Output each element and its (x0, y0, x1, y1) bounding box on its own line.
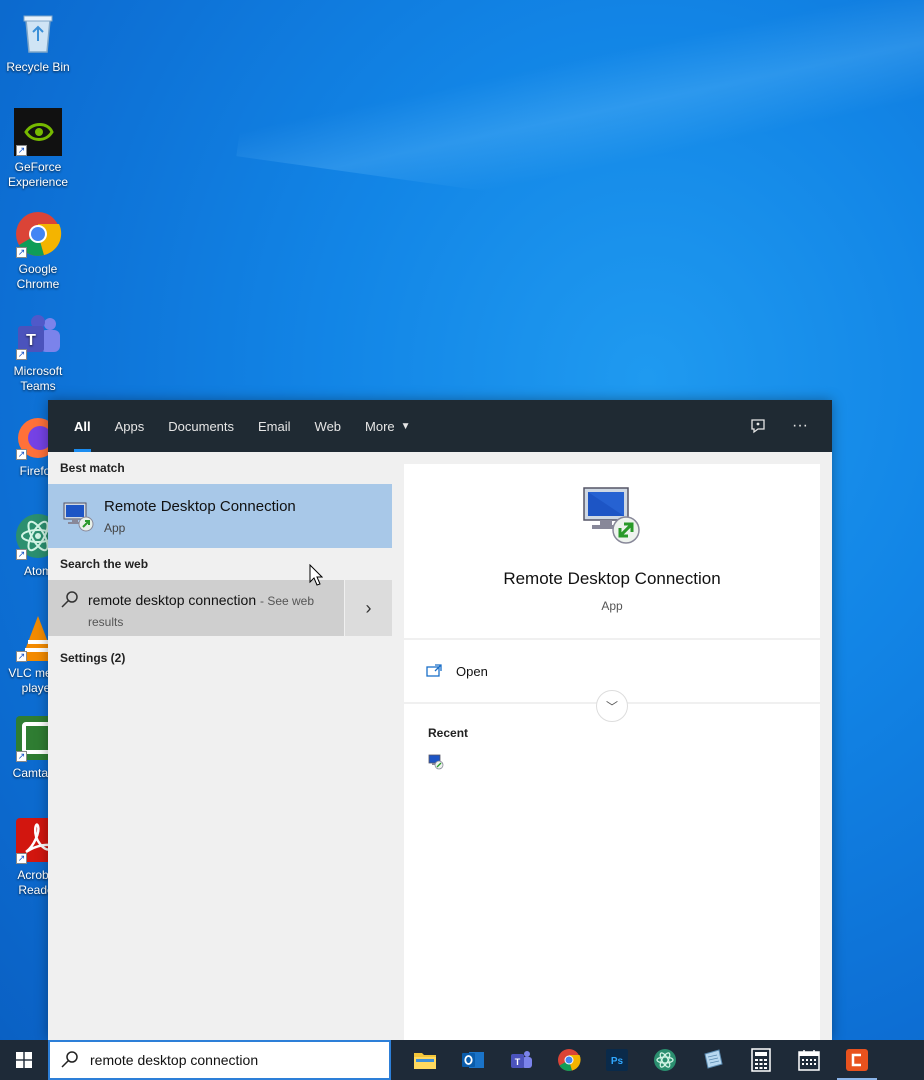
atom-icon (654, 1049, 676, 1071)
shortcut-arrow-icon: ↗ (16, 651, 27, 662)
desktop-icon-geforce[interactable]: ↗ GeForce Experience (0, 108, 76, 190)
file-explorer-icon (414, 1053, 436, 1069)
taskbar-camtasia[interactable] (833, 1040, 881, 1080)
taskbar-calendar[interactable] (785, 1040, 833, 1080)
caret-down-icon: ▼ (400, 420, 411, 432)
desktop-icon-label: GeForce Experience (7, 160, 69, 189)
shortcut-arrow-icon: ↗ (16, 145, 27, 156)
taskbar-file-explorer[interactable] (401, 1040, 449, 1080)
search-icon (61, 591, 78, 608)
rdp-file-icon (428, 754, 444, 770)
open-label: Open (456, 663, 488, 679)
search-scope-tabs: All Apps Documents Email Web More ▼ ··· (48, 400, 832, 452)
more-options-button[interactable]: ··· (788, 414, 812, 438)
expand-actions-button[interactable]: ﹀ (596, 690, 628, 722)
search-web-heading: Search the web (60, 557, 149, 571)
tab-label: More (365, 418, 395, 434)
open-icon (426, 664, 442, 677)
web-search-result[interactable]: remote desktop connection - See web resu… (48, 580, 392, 636)
taskbar-notepad[interactable] (689, 1040, 737, 1080)
chrome-icon: ↗ (14, 210, 62, 258)
tab-apps[interactable]: Apps (103, 400, 157, 452)
tab-all[interactable]: All (62, 400, 103, 452)
taskbar-search-box[interactable] (48, 1040, 391, 1080)
result-detail-pane: Remote Desktop Connection App Open ﹀ Rec… (404, 464, 820, 1040)
recycle-bin-icon (14, 8, 62, 56)
chrome-icon (558, 1049, 581, 1071)
best-match-name: Remote Desktop Connection (104, 497, 296, 515)
tab-label: Apps (114, 418, 145, 434)
tab-label: Documents (168, 418, 235, 434)
results-list: Best match Remote Desktop Connection App… (48, 452, 392, 1040)
shortcut-arrow-icon: ↗ (16, 247, 27, 258)
feedback-icon (751, 419, 765, 434)
tab-label: Email (258, 418, 291, 434)
tab-label: Web (314, 418, 342, 434)
recent-item[interactable] (404, 740, 820, 775)
taskbar-atom[interactable] (641, 1040, 689, 1080)
notepad-icon (704, 1049, 723, 1069)
search-input[interactable] (90, 1052, 370, 1068)
outlook-icon (462, 1052, 484, 1068)
remote-desktop-large-icon (583, 487, 640, 544)
shortcut-arrow-icon: ↗ (16, 349, 27, 360)
web-query-text: remote desktop connection (88, 592, 257, 608)
detail-app-type: App (601, 599, 623, 613)
remote-desktop-icon (63, 502, 94, 532)
desktop-icon-label: Google Chrome (16, 262, 60, 291)
geforce-icon: ↗ (14, 108, 62, 156)
taskbar: T Ps (0, 1040, 924, 1080)
windows-logo-icon (16, 1052, 32, 1068)
search-icon (61, 1051, 78, 1068)
shortcut-arrow-icon: ↗ (16, 751, 27, 762)
svg-text:T: T (515, 1057, 521, 1067)
web-result-expand-button[interactable]: › (344, 580, 392, 636)
mouse-cursor-icon (309, 564, 323, 586)
shortcut-arrow-icon: ↗ (16, 853, 27, 864)
teams-icon: T (511, 1051, 532, 1068)
taskbar-chrome[interactable] (545, 1040, 593, 1080)
search-flyout: All Apps Documents Email Web More ▼ ··· B… (48, 400, 832, 1040)
settings-heading[interactable]: Settings (2) (48, 642, 392, 674)
best-match-result[interactable]: Remote Desktop Connection App (48, 484, 392, 548)
taskbar-outlook[interactable] (449, 1040, 497, 1080)
svg-text:T: T (26, 332, 36, 349)
tab-web[interactable]: Web (303, 400, 354, 452)
shortcut-arrow-icon: ↗ (16, 449, 27, 460)
desktop-icon-label: Recycle Bin (6, 60, 70, 74)
chevron-right-icon: › (365, 597, 372, 618)
calculator-icon (751, 1048, 771, 1072)
ellipsis-icon: ··· (792, 417, 808, 434)
photoshop-icon: Ps (606, 1049, 628, 1071)
best-match-heading: Best match (60, 461, 125, 475)
detail-app-name: Remote Desktop Connection (503, 569, 721, 588)
tab-more[interactable]: More ▼ (353, 400, 423, 452)
start-button[interactable] (0, 1040, 48, 1080)
best-match-type: App (104, 520, 126, 535)
feedback-button[interactable] (746, 414, 770, 438)
taskbar-photoshop[interactable]: Ps (593, 1040, 641, 1080)
svg-text:Ps: Ps (611, 1056, 624, 1067)
chevron-down-icon: ﹀ (605, 699, 618, 714)
tab-label: All (74, 418, 91, 434)
wallpaper-streak (236, 0, 924, 282)
desktop-icon-label: Microsoft Teams (13, 364, 63, 393)
taskbar-teams[interactable]: T (497, 1040, 545, 1080)
desktop-icon-teams[interactable]: T ↗ Microsoft Teams (0, 312, 76, 394)
taskbar-calculator[interactable] (737, 1040, 785, 1080)
desktop-icon-recycle-bin[interactable]: Recycle Bin (0, 8, 76, 75)
teams-icon: T ↗ (14, 312, 62, 360)
desktop-icon-chrome[interactable]: ↗ Google Chrome (0, 210, 76, 292)
shortcut-arrow-icon: ↗ (16, 549, 27, 560)
tab-documents[interactable]: Documents (156, 400, 246, 452)
camtasia-icon (846, 1049, 868, 1071)
calendar-icon (798, 1050, 820, 1071)
tab-email[interactable]: Email (246, 400, 303, 452)
